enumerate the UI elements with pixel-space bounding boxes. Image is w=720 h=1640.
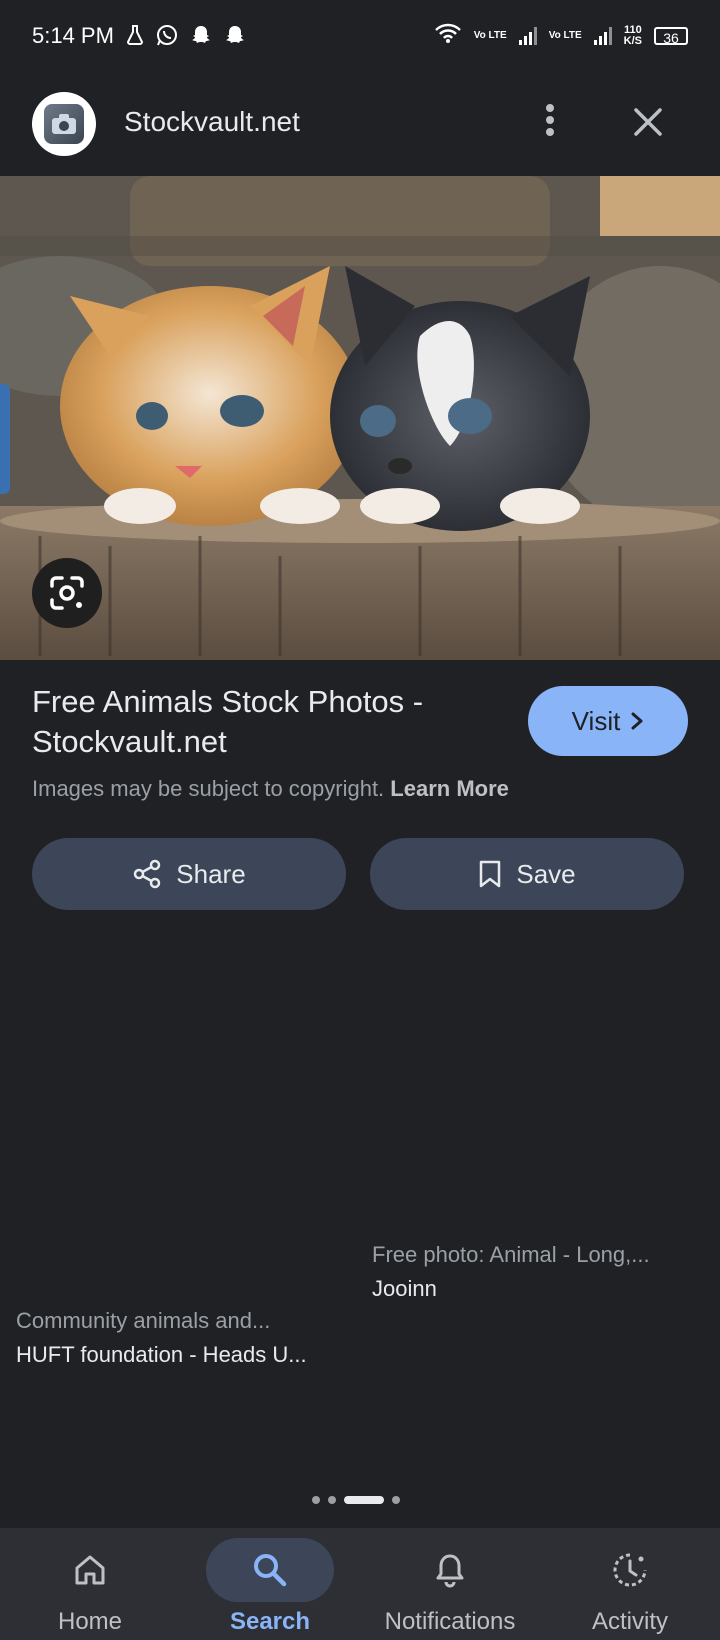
status-right: Vo LTE Vo LTE 110 K/S 36 xyxy=(434,22,688,50)
site-favicon xyxy=(32,92,96,156)
related-title: Community animals and... xyxy=(16,1308,271,1333)
lens-search-button[interactable] xyxy=(32,558,102,628)
close-icon xyxy=(634,108,662,136)
nav-notifications[interactable]: Notifications xyxy=(360,1528,540,1640)
pager-dot xyxy=(328,1496,336,1504)
visit-button[interactable]: Visit xyxy=(528,686,688,756)
status-bar: 5:14 PM Vo LTE Vo LTE 110 K/S 36 xyxy=(0,0,720,72)
save-label: Save xyxy=(516,858,576,889)
result-header: Stockvault.net xyxy=(0,86,720,158)
related-result-card[interactable]: Community animals and... HUFT foundation… xyxy=(0,950,356,1470)
nav-icon-container xyxy=(386,1538,514,1602)
activity-icon xyxy=(613,1553,647,1587)
lab-flask-icon xyxy=(126,24,144,48)
status-left: 5:14 PM xyxy=(32,23,246,49)
home-icon xyxy=(75,1555,105,1585)
nav-search[interactable]: Search xyxy=(180,1528,360,1640)
battery-indicator: 36 xyxy=(654,27,688,46)
nav-icon-container xyxy=(206,1538,334,1602)
more-vert-icon xyxy=(546,104,554,136)
nav-label: Home xyxy=(57,1608,123,1635)
bookmark-icon xyxy=(480,860,501,888)
copyright-notice: Images may be subject to copyright. Lear… xyxy=(32,776,509,802)
copyright-text: Images may be subject to copyright. xyxy=(32,776,385,801)
pager-dots xyxy=(312,1496,400,1504)
bell-icon xyxy=(436,1554,464,1588)
related-source: Jooinn xyxy=(372,1276,437,1301)
nav-icon-container xyxy=(566,1538,694,1602)
network-speed-unit: K/S xyxy=(623,35,642,47)
related-result-card[interactable]: Free photo: Animal - Long,... Jooinn xyxy=(364,950,720,1310)
nav-activity[interactable]: Activity xyxy=(540,1528,720,1640)
whatsapp-icon xyxy=(156,24,178,49)
related-title: Free photo: Animal - Long,... xyxy=(372,1242,650,1267)
nav-label: Activity xyxy=(591,1608,668,1635)
snapchat-icon xyxy=(190,24,212,49)
signal-icon xyxy=(593,27,612,45)
status-time: 5:14 PM xyxy=(32,23,114,48)
pager-dot xyxy=(312,1496,320,1504)
search-icon xyxy=(254,1554,287,1587)
network-speed: 110 K/S xyxy=(624,25,642,47)
chevron-right-icon xyxy=(631,712,643,730)
more-options-button[interactable] xyxy=(536,100,564,140)
left-edge-indicator xyxy=(0,384,10,494)
result-image[interactable] xyxy=(0,176,720,660)
nav-home[interactable]: Home xyxy=(0,1528,180,1640)
share-icon xyxy=(134,859,161,889)
snapchat-icon xyxy=(224,24,246,49)
lens-icon xyxy=(50,576,84,610)
visit-button-label: Visit xyxy=(571,705,621,736)
learn-more-link[interactable]: Learn More xyxy=(390,776,509,801)
kittens-photo xyxy=(0,176,720,660)
site-name: Stockvault.net xyxy=(124,106,300,137)
volte-indicator: Vo LTE xyxy=(548,30,582,41)
wifi-icon xyxy=(434,22,462,50)
save-button[interactable]: Save xyxy=(370,838,684,910)
related-source: HUFT foundation - Heads U... xyxy=(16,1342,307,1367)
pager-dot-active xyxy=(344,1496,384,1504)
nav-label: Search xyxy=(229,1608,311,1635)
volte-indicator: Vo LTE xyxy=(473,30,507,41)
bottom-navigation: Home Search Notifications Activity xyxy=(0,1528,720,1640)
share-label: Share xyxy=(176,858,246,889)
nav-icon-container xyxy=(26,1538,154,1602)
signal-icon xyxy=(518,27,537,45)
nav-label: Notifications xyxy=(384,1608,516,1635)
share-button[interactable]: Share xyxy=(32,838,346,910)
camera-icon xyxy=(44,104,84,144)
close-button[interactable] xyxy=(628,102,668,142)
result-title[interactable]: Free Animals Stock Photos - Stockvault.n… xyxy=(32,682,462,762)
pager-dot xyxy=(392,1496,400,1504)
